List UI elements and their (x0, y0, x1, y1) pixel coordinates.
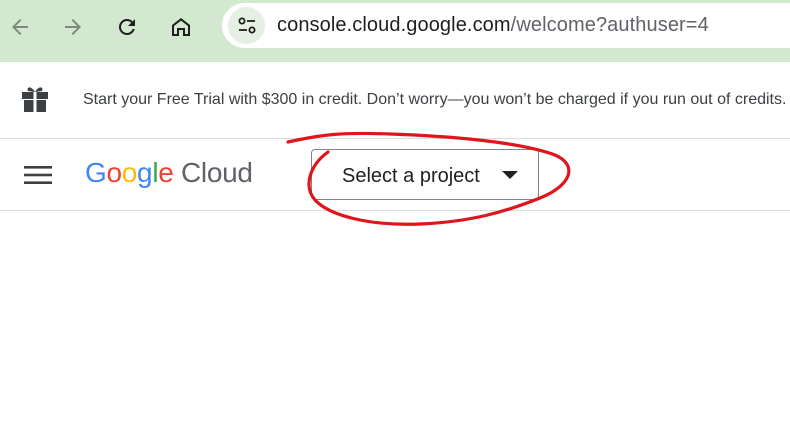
logo-letter-g: G (85, 157, 107, 188)
logo-letter-o1: o (106, 157, 122, 188)
project-picker-label: Select a project (342, 165, 480, 187)
browser-toolbar: console.cloud.google.com/welcome?authuse… (0, 0, 790, 62)
forward-arrow-icon (65, 19, 81, 35)
reload-button[interactable] (109, 9, 145, 45)
address-bar[interactable]: console.cloud.google.com/welcome?authuse… (222, 3, 790, 48)
url-path: /welcome?authuser=4 (510, 14, 709, 36)
home-button[interactable] (163, 9, 199, 45)
free-trial-message: Start your Free Trial with $300 in credi… (83, 91, 787, 108)
cloud-console-header: Google Cloud Select a project (0, 139, 790, 211)
site-settings-icon (238, 17, 255, 33)
logo-product-name: Cloud (181, 157, 253, 188)
google-cloud-logo[interactable]: Google Cloud (85, 157, 253, 189)
free-trial-banner: Start your Free Trial with $300 in credi… (0, 62, 790, 139)
project-picker-button[interactable]: Select a project (311, 149, 539, 200)
url-host: console.cloud.google.com (277, 14, 511, 36)
site-settings-button[interactable] (228, 7, 265, 44)
logo-letter-e: e (158, 157, 174, 188)
hamburger-menu-icon (24, 166, 52, 184)
forward-button[interactable] (55, 9, 91, 45)
url-text: console.cloud.google.com/welcome?authuse… (277, 14, 709, 37)
home-icon (172, 18, 190, 36)
logo-letter-g2: g (137, 157, 153, 188)
gift-icon (22, 87, 48, 112)
dropdown-arrow-icon (502, 171, 518, 179)
reload-icon (118, 18, 135, 35)
back-button[interactable] (2, 9, 38, 45)
logo-letter-o2: o (121, 157, 138, 188)
navigation-menu-button[interactable] (18, 157, 58, 193)
back-arrow-icon (12, 19, 28, 35)
